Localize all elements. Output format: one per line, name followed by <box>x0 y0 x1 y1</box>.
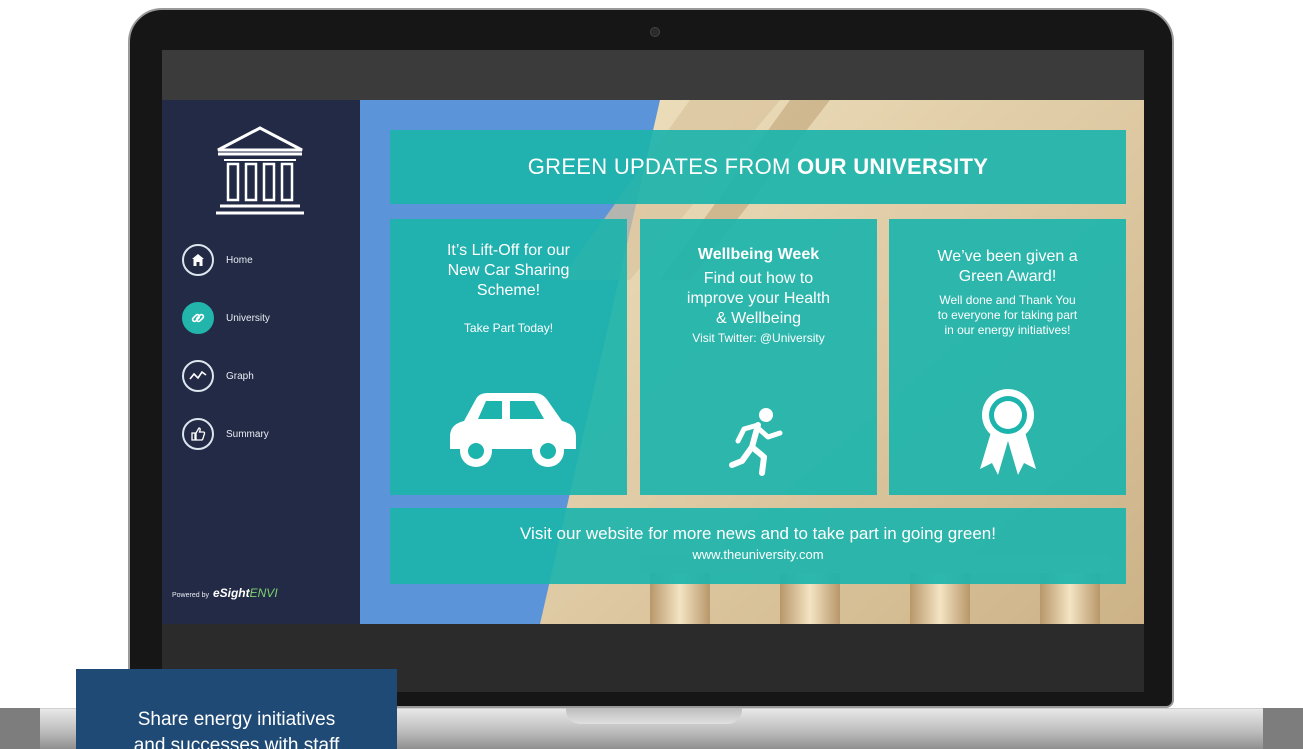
powered-by-brand: eSight <box>212 586 250 600</box>
runner-icon <box>729 408 783 476</box>
card-headline: It’s Lift-Off for our <box>446 242 570 259</box>
banner-url[interactable]: www.theuniversity.com <box>390 547 1126 562</box>
card-headline: & Wellbeing <box>715 310 802 327</box>
powered-by: Powered by eSight ENVI <box>172 586 278 600</box>
sidebar-item-home[interactable]: Home <box>182 242 342 278</box>
caption-line: Share energy initiatives <box>137 709 336 730</box>
card-subtext: to everyone for taking part <box>937 308 1078 322</box>
page-title-plain: GREEN UPDATES FROM <box>527 154 791 179</box>
caption-box: Share energy initiatives and successes w… <box>76 669 397 749</box>
link-icon <box>182 302 214 334</box>
page-title-bold: OUR UNIVERSITY <box>797 154 989 179</box>
award-ribbon-icon <box>980 389 1036 475</box>
card-headline: New Car Sharing <box>447 262 570 279</box>
card-headline: We’ve been given a <box>937 248 1078 265</box>
card-subtext: Take Part Today! <box>463 321 554 335</box>
sidebar-item-university[interactable]: University <box>182 300 342 336</box>
screen-top-bar <box>162 50 1144 100</box>
sidebar-item-label: Summary <box>226 428 269 440</box>
home-icon <box>182 244 214 276</box>
caption-line: and successes with staff <box>133 735 340 749</box>
powered-by-prefix: Powered by <box>172 592 209 599</box>
laptop-base-edge-left <box>0 708 40 749</box>
laptop-open-notch <box>566 708 742 724</box>
card-headline: Scheme! <box>476 282 541 299</box>
car-icon <box>450 393 576 467</box>
card-headline: improve your Health <box>686 290 831 307</box>
page-title: GREEN UPDATES FROM OUR UNIVERSITY <box>390 130 1126 204</box>
card-subtext: Visit Twitter: @University <box>692 331 825 345</box>
sidebar-item-graph[interactable]: Graph <box>182 358 342 394</box>
website-banner[interactable]: Visit our website for more news and to t… <box>390 508 1126 584</box>
sidebar-item-label: Graph <box>226 370 254 382</box>
green-award-card[interactable]: We’ve been given a Green Award! Well don… <box>889 219 1126 495</box>
powered-by-brand-suffix: ENVI <box>249 586 278 600</box>
university-building-icon <box>216 126 304 215</box>
card-headline-bold: Wellbeing Week <box>697 246 820 263</box>
card-headline: Find out how to <box>703 270 814 287</box>
laptop-base-edge-right <box>1263 708 1303 749</box>
camera-icon <box>650 27 660 37</box>
thumbs-up-icon <box>182 418 214 450</box>
wellbeing-week-card[interactable]: Wellbeing Week Find out how to improve y… <box>640 219 877 495</box>
card-headline: Green Award! <box>958 268 1057 285</box>
sidebar-item-summary[interactable]: Summary <box>182 416 342 452</box>
sidebar: Home University Graph Summary Powered by… <box>162 100 360 624</box>
card-subtext: in our energy initiatives! <box>944 323 1071 337</box>
main-panel: GREEN UPDATES FROM OUR UNIVERSITY It’s L… <box>360 100 1144 624</box>
car-sharing-card[interactable]: It’s Lift-Off for our New Car Sharing Sc… <box>390 219 627 495</box>
sidebar-item-label: Home <box>226 254 253 266</box>
banner-headline: Visit our website for more news and to t… <box>520 524 996 543</box>
line-graph-icon <box>182 360 214 392</box>
sidebar-item-label: University <box>226 312 270 324</box>
card-subtext: Well done and Thank You <box>939 293 1076 307</box>
laptop-screen: Home University Graph Summary Powered by… <box>162 50 1144 692</box>
